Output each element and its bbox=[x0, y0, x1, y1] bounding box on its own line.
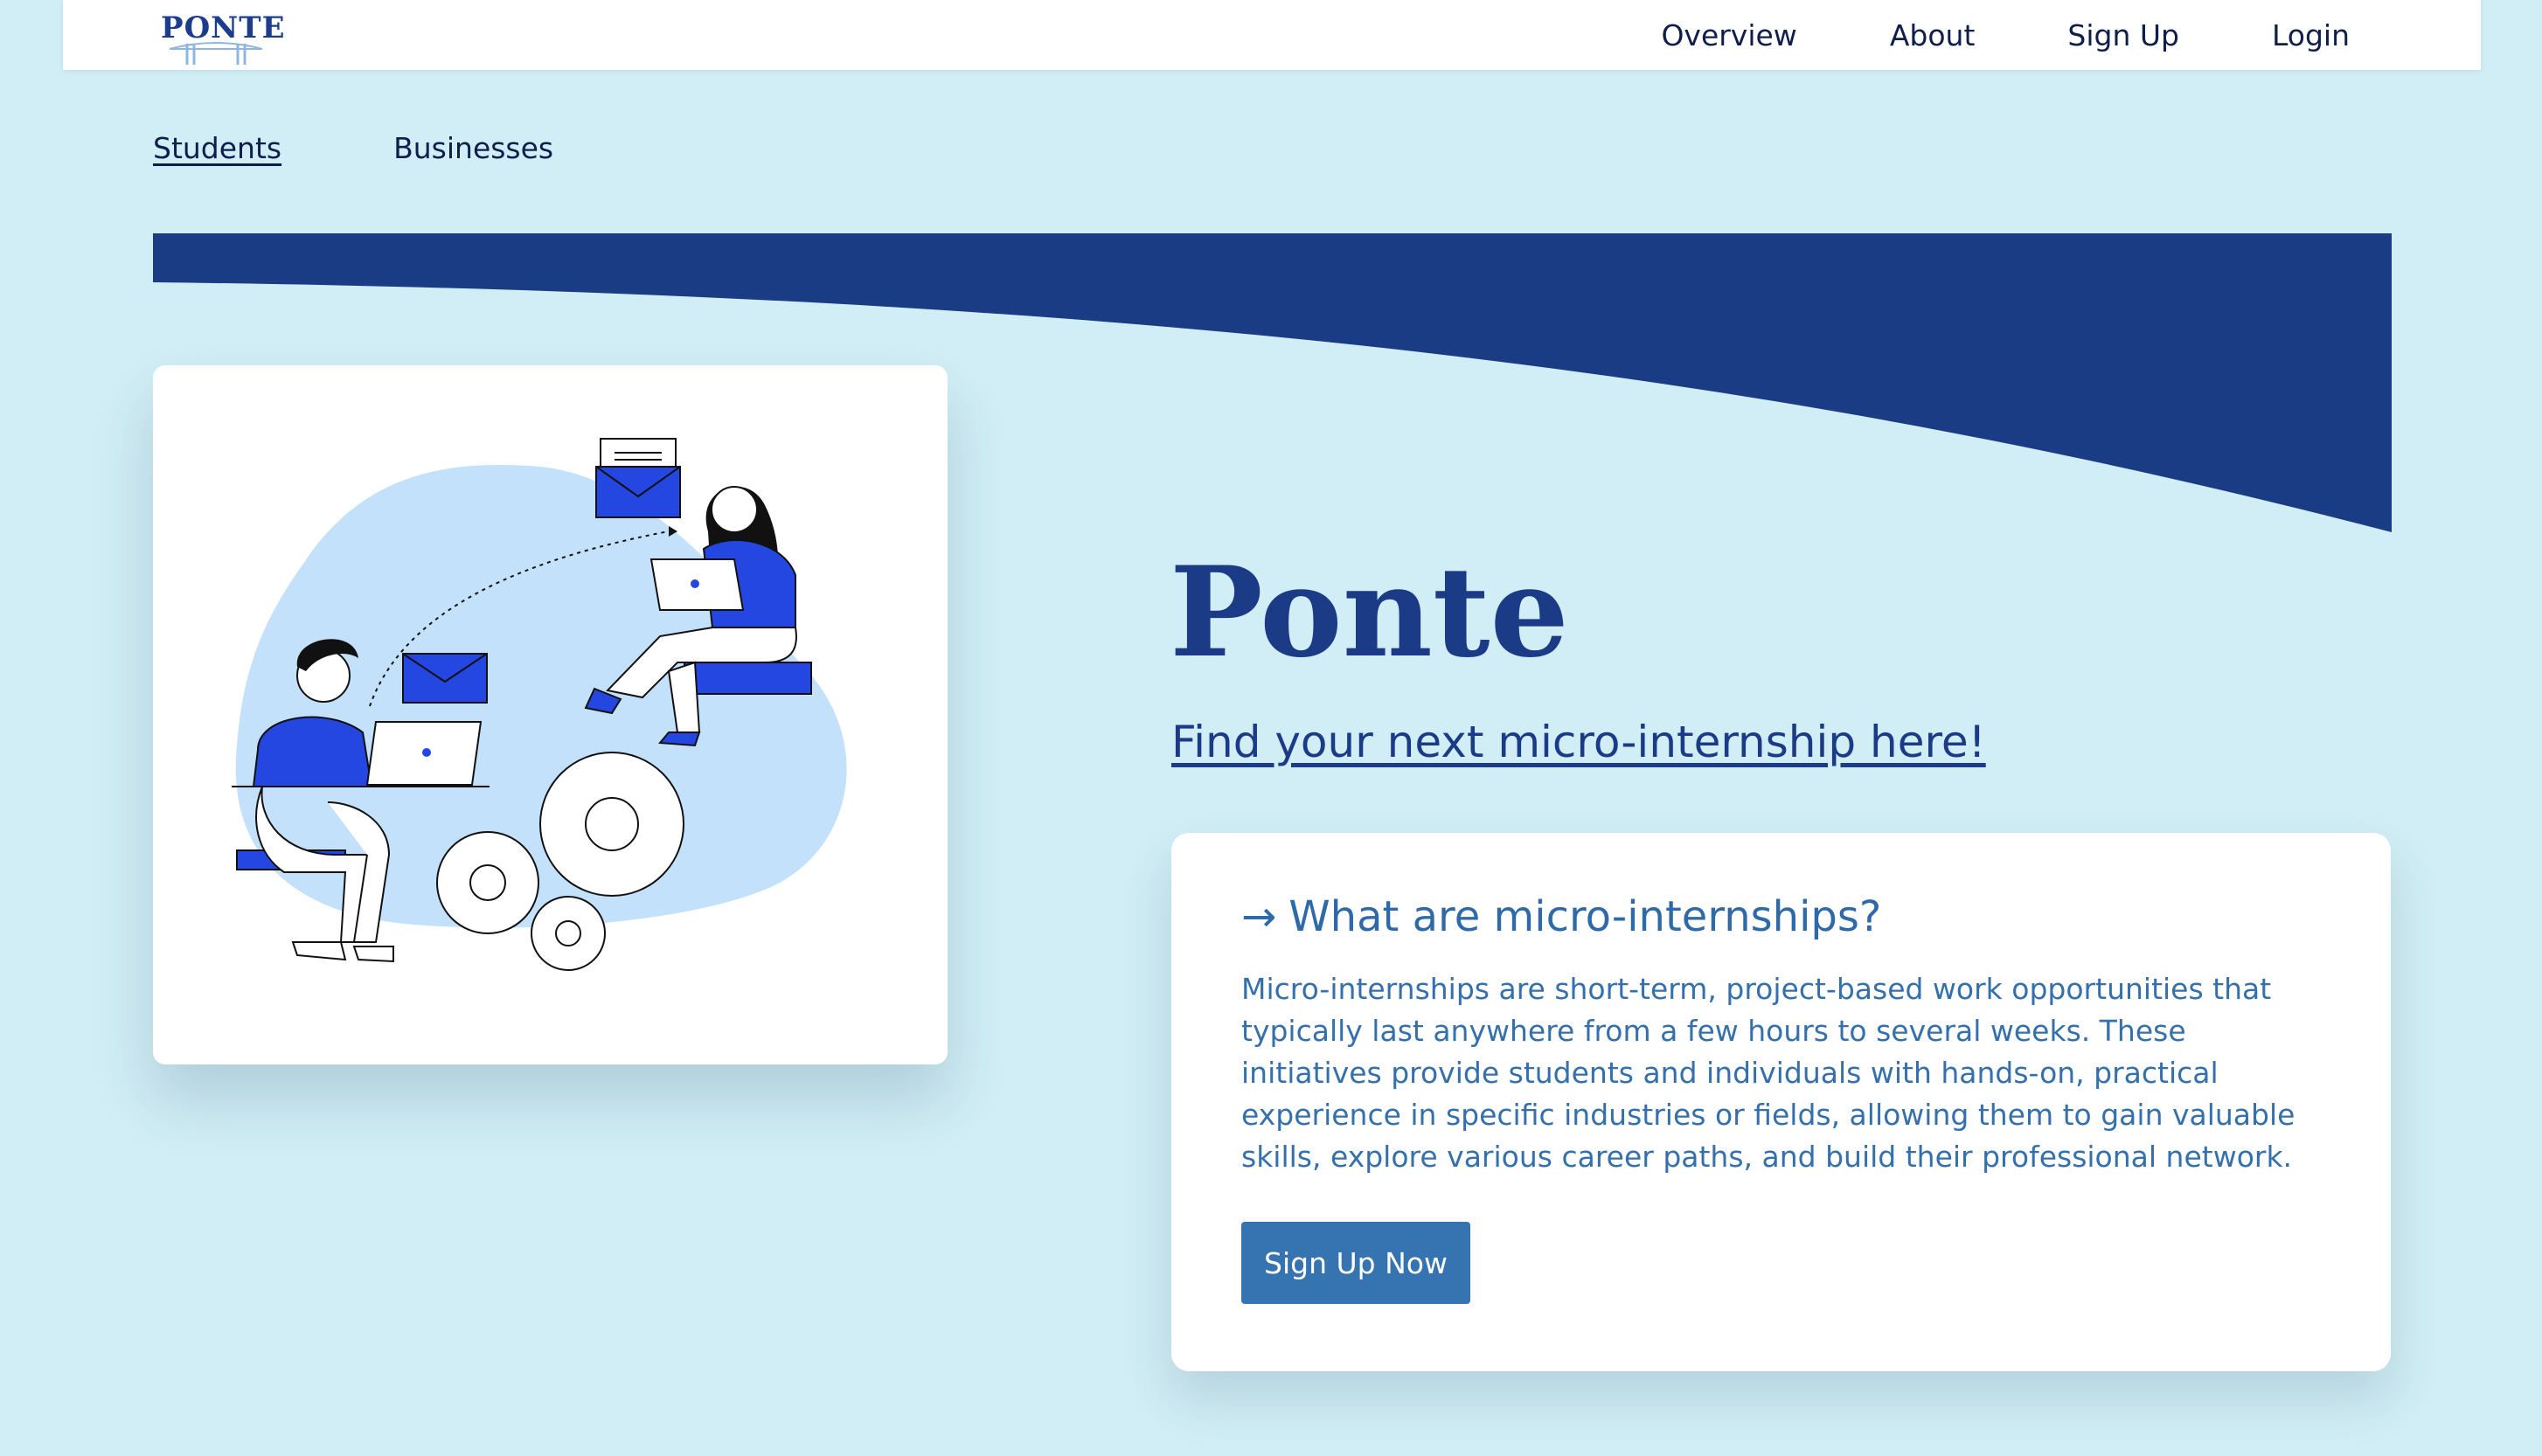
arrow-right-icon: → bbox=[1241, 892, 1277, 941]
illustration-card bbox=[153, 365, 948, 1064]
sign-up-now-button[interactable]: Sign Up Now bbox=[1241, 1222, 1470, 1304]
hero-title: Ponte bbox=[1170, 540, 1569, 685]
tab-businesses[interactable]: Businesses bbox=[393, 131, 553, 165]
nav-about[interactable]: About bbox=[1890, 18, 1976, 52]
hero-subtitle-link[interactable]: Find your next micro-internship here! bbox=[1171, 717, 1986, 767]
micro-internship-info-card: → What are micro-internships? Micro-inte… bbox=[1171, 833, 2391, 1371]
tab-students[interactable]: Students bbox=[153, 131, 281, 165]
top-navbar: PONTE Overview About Sign Up Login bbox=[63, 0, 2481, 70]
nav-sign-up[interactable]: Sign Up bbox=[2067, 18, 2179, 52]
info-heading-text: What are micro-internships? bbox=[1288, 892, 1882, 941]
ponte-logo[interactable]: PONTE bbox=[161, 7, 284, 65]
nav-login[interactable]: Login bbox=[2272, 18, 2350, 52]
bridge-icon bbox=[169, 42, 263, 65]
remote-work-illustration bbox=[232, 438, 847, 971]
info-heading: → What are micro-internships? bbox=[1241, 892, 1881, 941]
nav-overview[interactable]: Overview bbox=[1661, 18, 1796, 52]
audience-tabs: Students Businesses bbox=[153, 131, 553, 165]
main-nav: Overview About Sign Up Login bbox=[1661, 0, 2350, 70]
info-description: Micro-internships are short-term, projec… bbox=[1241, 972, 2295, 1174]
